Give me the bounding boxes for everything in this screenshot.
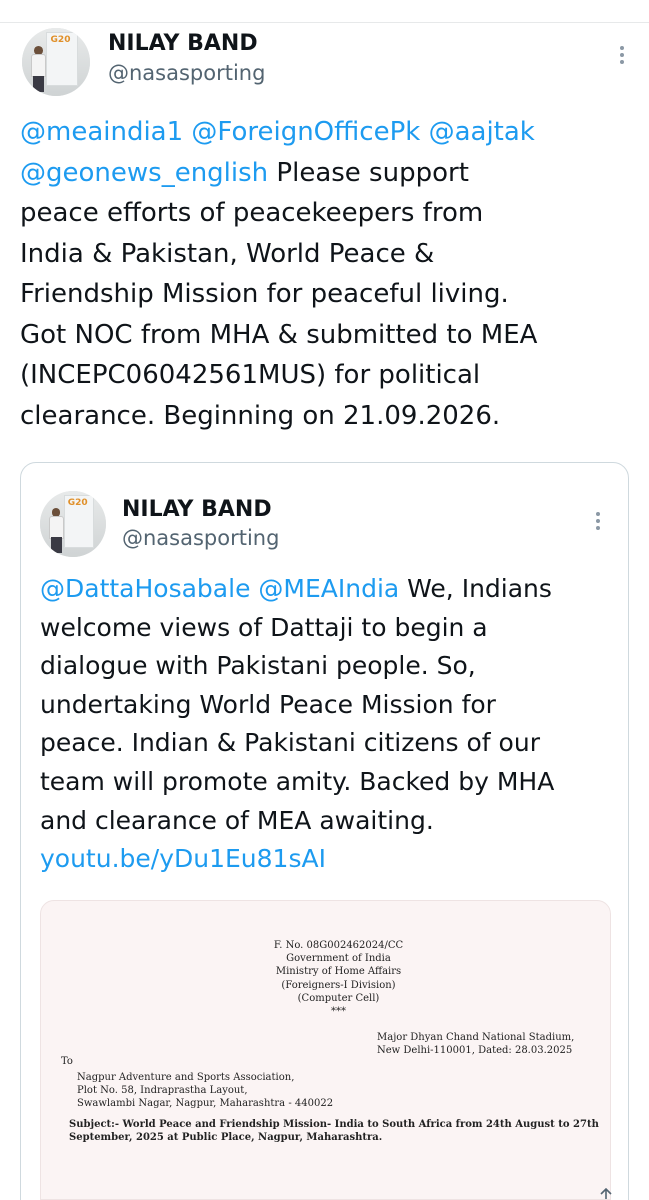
quoted-text-line: undertaking World Peace Mission for — [40, 686, 554, 725]
tweet-text-line: clearance. Beginning on 21.09.2026. — [20, 396, 537, 437]
quoted-more-options-icon[interactable] — [588, 508, 608, 534]
document-address-line: Major Dhyan Chand National Stadium, — [377, 1032, 575, 1043]
document-address-line: New Delhi-110001, Dated: 28.03.2025 — [377, 1045, 573, 1057]
document-recipient-line: Plot No. 58, Indraprastha Layout, — [77, 1085, 248, 1097]
document-header: F. No. 08G002462024/CC Government of Indi… — [53, 939, 610, 1018]
mention-link[interactable]: @meaindia1 @ForeignOfficePk @aajtak — [20, 117, 535, 147]
quoted-author-avatar[interactable]: G20 — [40, 491, 106, 557]
quoted-tweet-text: @DattaHosabale @MEAIndia We, Indians welc… — [40, 570, 554, 879]
quoted-text-line: @DattaHosabale @MEAIndia We, Indians — [40, 570, 554, 609]
document-subject-line: September, 2025 at Public Place, Nagpur,… — [69, 1132, 383, 1144]
text-segment: peace. Indian & Pakistani citizens of ou… — [40, 728, 540, 758]
document-address: Major Dhyan Chand National Stadium, New D… — [377, 1031, 574, 1057]
url-link[interactable]: youtu.be/yDu1Eu81sAI — [40, 844, 326, 873]
document-subject-line: Subject:- World Peace and Friendship Mis… — [69, 1119, 599, 1130]
tweet-text-line: @geonews_english Please support — [20, 153, 537, 194]
quoted-text-line: welcome views of Dattaji to begin a — [40, 609, 554, 648]
text-segment: Friendship Mission for peaceful living. — [20, 279, 509, 309]
quoted-text-line: and clearance of MEA awaiting. — [40, 802, 554, 841]
text-segment: Please support — [268, 157, 469, 188]
quoted-text-line: youtu.be/yDu1Eu81sAI — [40, 840, 554, 879]
quoted-text-line: peace. Indian & Pakistani citizens of ou… — [40, 724, 554, 763]
tweet-text-line: India & Pakistan, World Peace & — [20, 234, 537, 275]
document-recipient-line: Nagpur Adventure and Sports Association, — [77, 1072, 295, 1083]
document-header-line: F. No. 08G002462024/CC — [273, 940, 404, 951]
text-segment: India & Pakistan, World Peace & — [20, 238, 435, 269]
text-segment: We, Indians — [399, 574, 552, 603]
quoted-text-line: dialogue with Pakistani people. So, — [40, 647, 554, 686]
text-segment: clearance. Beginning on 21.09.2026. — [20, 400, 501, 431]
tweet-text-line: @meaindia1 @ForeignOfficePk @aajtak — [20, 112, 537, 153]
text-segment: (INCEPC06042561MUS) for political — [20, 360, 481, 390]
tweet-text-line: Got NOC from MHA & submitted to MEA — [20, 315, 537, 356]
tweet-text-line: (INCEPC06042561MUS) for political — [20, 355, 537, 396]
document-image[interactable]: F. No. 08G002462024/CC Government of Indi… — [40, 900, 611, 1200]
share-icon[interactable] — [598, 1188, 614, 1200]
document-recipient: Nagpur Adventure and Sports Association,… — [77, 1071, 333, 1111]
top-divider — [0, 22, 649, 23]
quoted-author-handle[interactable]: @nasasporting — [122, 526, 279, 550]
tweet-text-line: peace efforts of peacekeepers from — [20, 193, 537, 234]
author-name[interactable]: NILAY BAND — [108, 31, 258, 56]
more-options-icon[interactable] — [612, 42, 632, 68]
document-header-line: (Computer Cell) — [297, 992, 380, 1004]
document-subject: Subject:- World Peace and Friendship Mis… — [69, 1118, 599, 1144]
text-segment: undertaking World Peace Mission for — [40, 689, 496, 719]
document-header-line: Ministry of Home Affairs — [275, 966, 402, 978]
mention-link[interactable]: @geonews_english — [20, 158, 268, 188]
mention-link[interactable]: @DattaHosabale @MEAIndia — [40, 574, 399, 603]
text-segment: team will promote amity. Backed by MHA — [40, 766, 555, 796]
document-header-line: Government of India — [286, 953, 391, 965]
document-recipient-line: Swawlambi Nagar, Nagpur, Maharashtra - 4… — [77, 1098, 334, 1110]
text-segment: peace efforts of peacekeepers from — [20, 198, 484, 228]
quoted-author-name[interactable]: NILAY BAND — [122, 497, 272, 522]
author-avatar[interactable]: G20 — [22, 28, 90, 96]
text-segment: and clearance of MEA awaiting. — [40, 805, 434, 835]
document-header-line: *** — [331, 1006, 346, 1018]
tweet-text-line: Friendship Mission for peaceful living. — [20, 274, 537, 315]
author-handle[interactable]: @nasasporting — [108, 61, 265, 85]
document-to-label: To — [61, 1056, 73, 1067]
document-header-line: (Foreigners-I Division) — [281, 979, 396, 991]
tweet-text: @meaindia1 @ForeignOfficePk @aajtak @geon… — [20, 112, 537, 436]
text-segment: Got NOC from MHA & submitted to MEA — [20, 319, 538, 350]
quoted-text-line: team will promote amity. Backed by MHA — [40, 763, 554, 802]
text-segment: welcome views of Dattaji to begin a — [40, 612, 488, 642]
text-segment: dialogue with Pakistani people. So, — [40, 651, 476, 681]
